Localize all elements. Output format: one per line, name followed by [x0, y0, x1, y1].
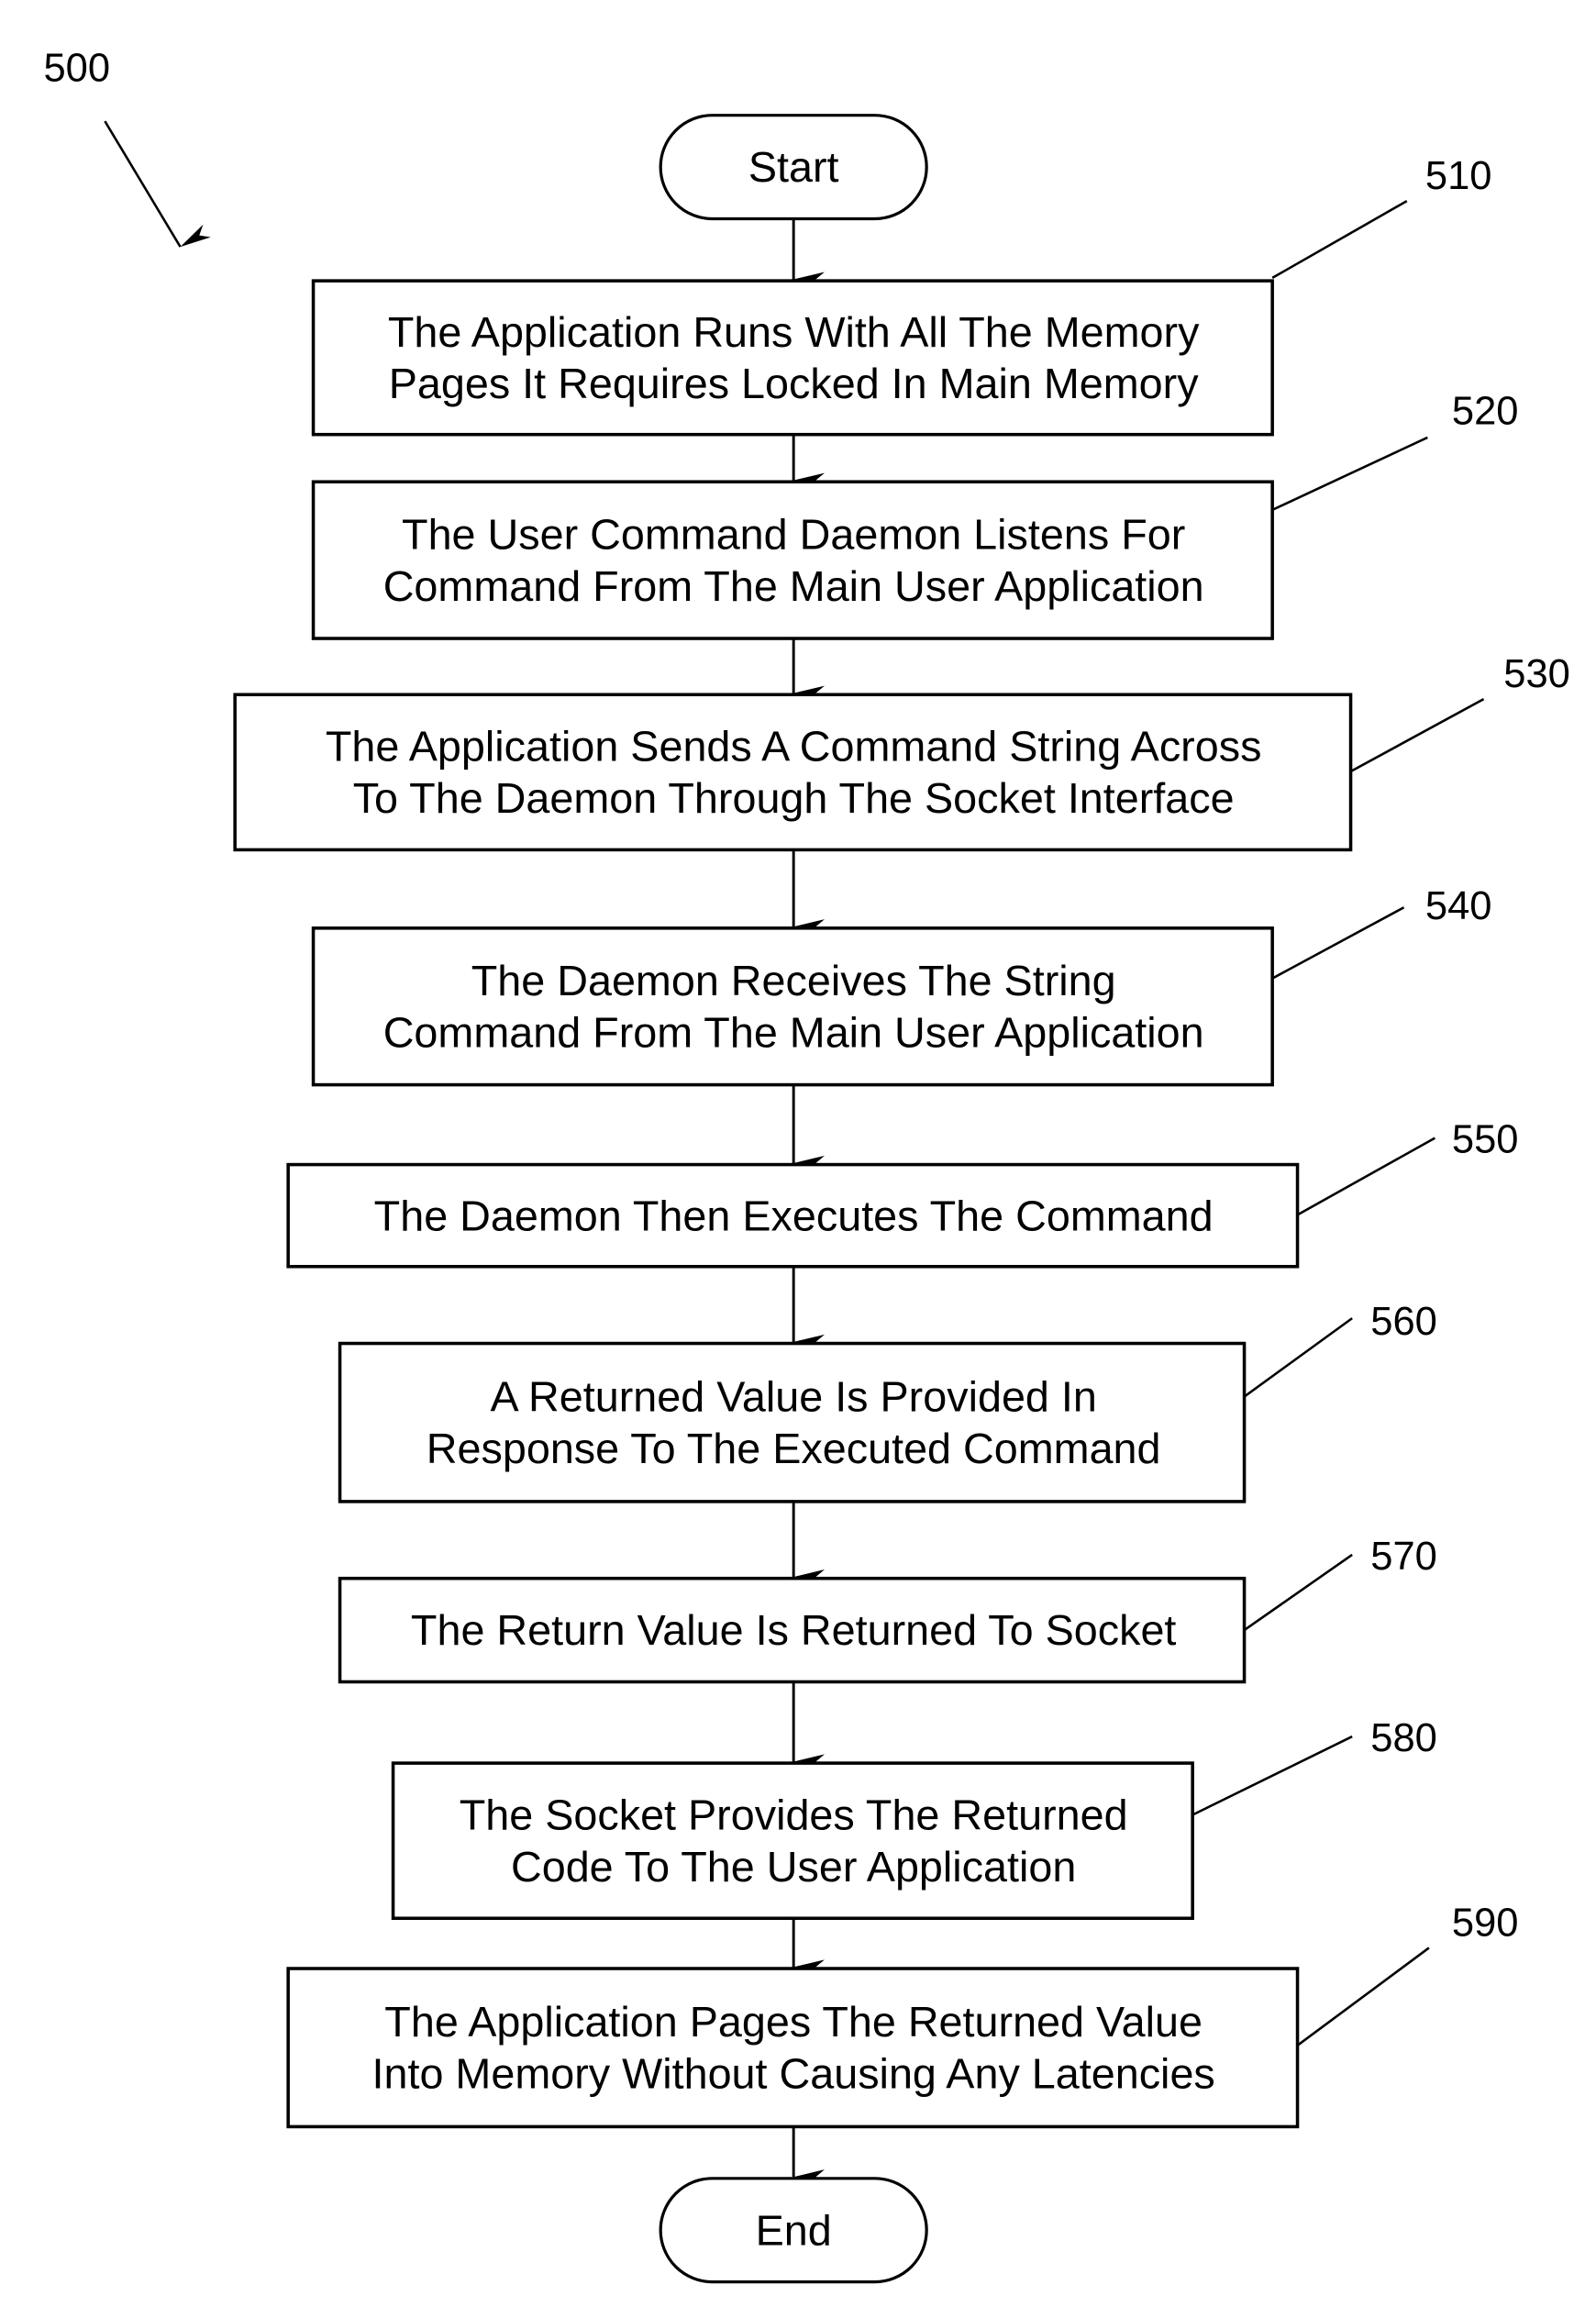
- process-text-line: Code To The User Application: [511, 1843, 1076, 1891]
- reference-leader-line: [1296, 1137, 1436, 1216]
- start-terminal: Start: [659, 114, 928, 221]
- step-reference-number: 560: [1370, 1300, 1437, 1344]
- process-box: [311, 926, 1274, 1087]
- flowchart-500: 500 Start The Application Runs With All …: [43, 47, 1570, 2284]
- process-text-line: Command From The Main User Application: [383, 562, 1204, 610]
- process-text-line: Response To The Executed Command: [427, 1425, 1161, 1472]
- process-text-line: The Daemon Receives The String: [471, 957, 1116, 1004]
- reference-leader-line: [1191, 1735, 1353, 1816]
- step-560: A Returned Value Is Provided InResponse …: [338, 1266, 1437, 1503]
- reference-leader-line: [1296, 1947, 1430, 2046]
- reference-leader-line: [1349, 697, 1485, 773]
- step-reference-number: 580: [1370, 1716, 1437, 1760]
- process-text-line: The User Command Daemon Listens For: [402, 511, 1185, 559]
- step-580: The Socket Provides The ReturnedCode To …: [391, 1681, 1437, 1921]
- step-540: The Daemon Receives The String Command Fr…: [311, 849, 1492, 1087]
- reference-leader-line: [1243, 1553, 1353, 1632]
- step-550: The Daemon Then Executes The Command 550: [286, 1084, 1519, 1269]
- step-reference-number: 590: [1452, 1902, 1519, 1946]
- reference-leader-line: [1271, 436, 1428, 512]
- step-590: The Application Pages The Returned Value…: [286, 1902, 1519, 2129]
- process-text-line: The Return Value Is Returned To Socket: [411, 1606, 1177, 1654]
- step-reference-number: 570: [1370, 1535, 1437, 1579]
- process-box: [311, 279, 1274, 437]
- process-text-line: To The Daemon Through The Socket Interfa…: [353, 774, 1235, 822]
- end-label: End: [756, 2206, 832, 2254]
- process-box: [338, 1341, 1247, 1503]
- step-reference-number: 540: [1425, 884, 1492, 928]
- reference-leader-line: [1243, 1317, 1353, 1398]
- step-reference-number: 520: [1452, 389, 1519, 433]
- figure-reference-label: 500: [43, 47, 110, 91]
- process-text-line: Into Memory Without Causing Any Latencie…: [372, 2050, 1215, 2098]
- process-text-line: A Returned Value Is Provided In: [490, 1373, 1096, 1421]
- process-text-line: The Application Sends A Command String A…: [326, 723, 1262, 771]
- reference-leader-line: [1271, 906, 1405, 980]
- reference-leader-line: [1271, 200, 1408, 280]
- process-text-line: The Application Runs With All The Memory: [388, 308, 1200, 356]
- process-box: [391, 1761, 1194, 1921]
- step-570: The Return Value Is Returned To Socket 57…: [338, 1501, 1437, 1684]
- figure-reference-arrow: [104, 120, 211, 248]
- process-text-line: Pages It Requires Locked In Main Memory: [389, 360, 1200, 407]
- process-text-line: Command From The Main User Application: [383, 1009, 1204, 1057]
- end-terminal: End: [659, 2177, 928, 2284]
- process-text-line: The Daemon Then Executes The Command: [374, 1192, 1214, 1239]
- step-reference-number: 550: [1452, 1118, 1519, 1162]
- start-label: Start: [748, 143, 839, 191]
- process-box: [286, 1967, 1300, 2129]
- process-text-line: The Socket Provides The Returned: [460, 1791, 1128, 1839]
- step-530: The Application Sends A Command String A…: [233, 638, 1570, 852]
- process-box: [311, 480, 1274, 640]
- process-box: [233, 693, 1353, 852]
- step-reference-number: 510: [1425, 154, 1492, 198]
- step-reference-number: 530: [1503, 652, 1570, 696]
- process-text-line: The Application Pages The Returned Value: [384, 1998, 1203, 2046]
